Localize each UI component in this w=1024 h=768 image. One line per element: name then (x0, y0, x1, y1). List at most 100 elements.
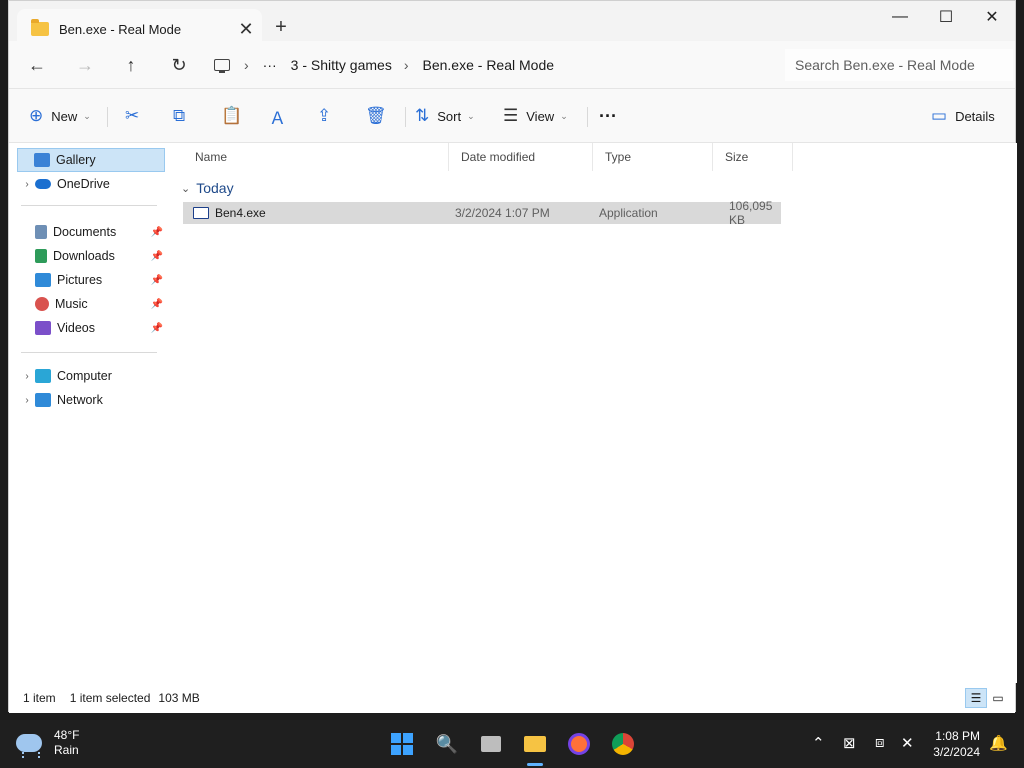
pin-icon[interactable]: 📌 (151, 275, 163, 286)
divider (21, 205, 157, 206)
sidebar-item-network[interactable]: › Network (19, 388, 165, 412)
column-header-date-modified[interactable]: Date modified (449, 143, 593, 171)
new-tab-button[interactable]: + (267, 13, 295, 41)
pin-icon[interactable]: 📌 (151, 227, 163, 238)
windows-icon (391, 733, 413, 755)
new-label: New (51, 108, 78, 124)
view-button[interactable]: ☰ View ⌄ (503, 102, 568, 130)
breadcrumb-item-shitty-games[interactable]: 3 - Shitty games (291, 57, 392, 73)
chevron-right-icon[interactable]: › (19, 395, 35, 406)
maximize-button[interactable]: ☐ (923, 1, 969, 33)
system-clock[interactable]: 1:08 PM 3/2/2024 (933, 728, 980, 760)
search-input[interactable]: Search Ben.exe - Real Mode (785, 49, 1013, 81)
chevron-up-icon[interactable]: ⌃ (812, 734, 825, 752)
pin-icon[interactable]: 📌 (151, 299, 163, 310)
sidebar-item-documents[interactable]: Documents 📌 (19, 220, 165, 244)
chevron-down-icon: ⌄ (83, 110, 91, 121)
sidebar-item-pictures[interactable]: Pictures 📌 (19, 268, 165, 292)
firefox-taskbar-button[interactable] (563, 728, 595, 760)
search-taskbar-button[interactable]: 🔍 (431, 728, 463, 760)
sort-button[interactable]: ⇅ Sort ⌄ (415, 102, 475, 130)
rename-button[interactable]: Ａ (269, 102, 294, 130)
back-button[interactable]: ← (23, 53, 51, 77)
details-view-button[interactable]: ☰ (965, 688, 987, 708)
tiles-view-button[interactable]: ▭ (987, 688, 1009, 708)
details-pane-button[interactable]: ▭ Details (931, 102, 995, 130)
refresh-button[interactable]: ↻ (165, 53, 193, 77)
copy-button[interactable]: ⧉ (173, 102, 193, 130)
close-window-button[interactable]: ✕ (969, 1, 1015, 33)
column-header-size[interactable]: Size (713, 143, 793, 171)
breadcrumb-item-current[interactable]: Ben.exe - Real Mode (423, 57, 555, 73)
breadcrumb-overflow-button[interactable]: ··· (263, 57, 277, 73)
minimize-button[interactable]: — (877, 1, 923, 33)
file-type: Application (599, 206, 658, 220)
up-button[interactable]: ↑ (117, 53, 145, 77)
pin-icon[interactable]: 📌 (151, 323, 163, 334)
clipboard-icon: 📋 (221, 106, 243, 125)
file-explorer-taskbar-button[interactable] (519, 728, 551, 760)
view-label: View (526, 108, 555, 124)
task-view-button[interactable] (475, 728, 507, 760)
close-tab-button[interactable]: ✕ (234, 17, 258, 41)
folder-icon (524, 736, 546, 752)
weather-widget[interactable]: 48°F Rain (16, 728, 79, 758)
delete-button[interactable]: 🗑 (365, 102, 395, 130)
sidebar-item-downloads[interactable]: Downloads 📌 (19, 244, 165, 268)
share-button[interactable]: ⇪ (317, 102, 339, 130)
pin-icon[interactable]: 📌 (151, 251, 163, 262)
video-icon (35, 321, 51, 335)
computer-icon[interactable] (214, 59, 230, 73)
scissors-icon: ✂ (125, 106, 140, 125)
chevron-right-icon[interactable]: › (19, 371, 35, 382)
address-bar: ← → ↑ ↻ › ··· 3 - Shitty games › Ben.exe… (9, 41, 1015, 89)
column-header-type[interactable]: Type (593, 143, 713, 171)
sidebar-item-label: Downloads (53, 249, 115, 263)
start-button[interactable] (386, 728, 418, 760)
forward-button[interactable]: → (71, 53, 99, 77)
divider (587, 107, 588, 127)
chevron-right-icon[interactable]: › (404, 57, 409, 73)
file-explorer-window: Ben.exe - Real Mode ✕ + — ☐ ✕ ← → ↑ ↻ › … (8, 0, 1017, 713)
temperature: 48°F (54, 728, 80, 742)
sidebar-item-music[interactable]: Music 📌 (19, 292, 165, 316)
sort-icon: ⇅ (415, 106, 430, 125)
display-icon[interactable]: ⧈ (875, 734, 885, 751)
copy-icon: ⧉ (173, 106, 186, 125)
chevron-right-icon[interactable]: › (19, 179, 35, 190)
divider (21, 352, 157, 353)
chrome-taskbar-button[interactable] (607, 728, 639, 760)
file-list: Name Date modified Type Size ⌄ Today Ben… (173, 143, 1017, 683)
group-header-today[interactable]: ⌄ Today (181, 177, 234, 199)
sidebar-item-label: Network (57, 393, 103, 407)
rain-cloud-icon (16, 734, 42, 758)
sidebar-item-videos[interactable]: Videos 📌 (19, 316, 165, 340)
paste-button[interactable]: 📋 (221, 102, 250, 130)
share-icon: ⇪ (317, 106, 332, 125)
chevron-right-icon[interactable]: › (244, 57, 249, 73)
new-button[interactable]: ⊕ New ⌄ (29, 102, 91, 130)
window-controls: — ☐ ✕ (877, 1, 1015, 33)
column-header-name[interactable]: Name (183, 143, 449, 171)
sidebar-item-gallery[interactable]: Gallery (17, 148, 165, 172)
item-count: 1 item (23, 691, 56, 705)
sort-label: Sort (437, 108, 462, 124)
sidebar-item-computer[interactable]: › Computer (19, 364, 165, 388)
cut-button[interactable]: ✂ (125, 102, 147, 130)
sidebar-item-onedrive[interactable]: › OneDrive (19, 172, 165, 196)
volume-muted-icon[interactable]: ✕ (901, 734, 914, 752)
clock-time: 1:08 PM (935, 729, 980, 743)
chevron-down-icon: ⌄ (560, 110, 568, 121)
view-toggle: ☰ ▭ (965, 688, 1009, 708)
table-row[interactable]: Ben4.exe 3/2/2024 1:07 PM Application 10… (183, 199, 781, 227)
see-more-button[interactable]: ··· (599, 102, 617, 130)
file-size: 106,095 KB (729, 199, 773, 227)
notification-bell-icon[interactable]: 🔔 (989, 734, 1008, 752)
rename-icon: Ａ (269, 108, 286, 128)
chevron-down-icon: ⌄ (181, 182, 191, 195)
divider (405, 107, 406, 127)
plus-circle-icon: ⊕ (29, 106, 44, 125)
application-icon (193, 207, 209, 219)
chevron-down-icon: ⌄ (467, 110, 475, 121)
onedrive-offline-icon[interactable]: ⊠ (843, 734, 856, 752)
